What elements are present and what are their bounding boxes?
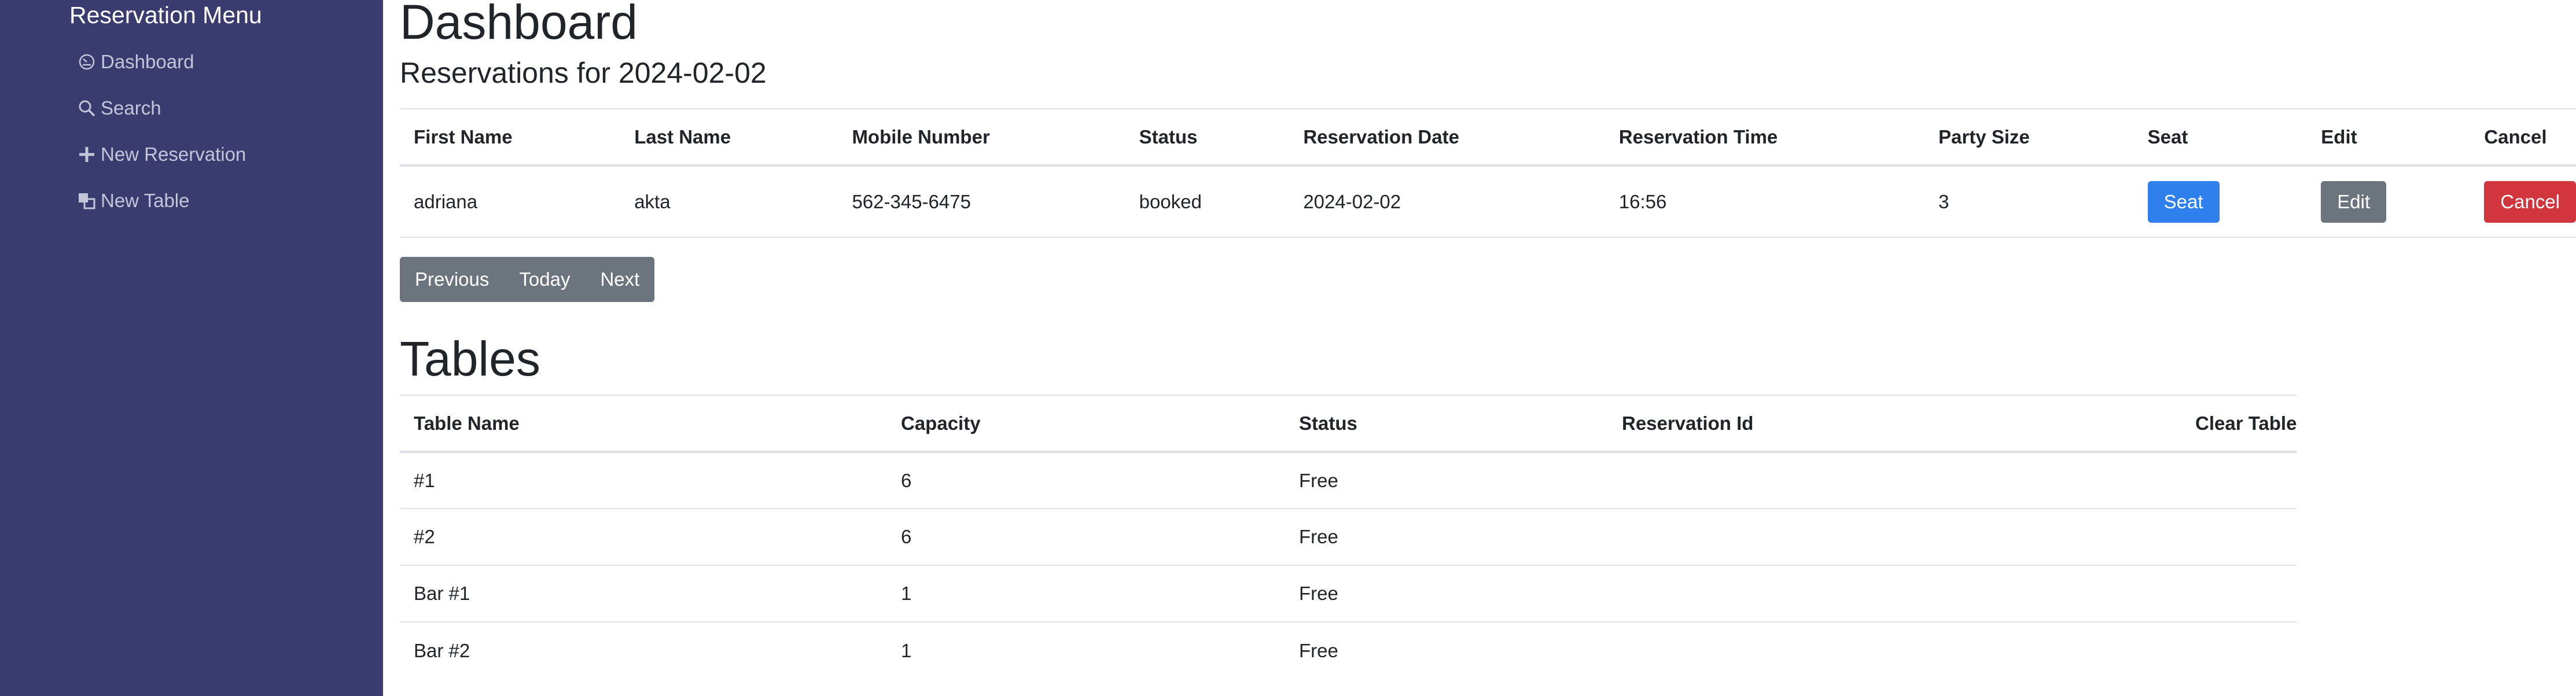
reservations-table: First Name Last Name Mobile Number Statu…: [400, 108, 2576, 238]
status-cell: Free: [1299, 583, 1338, 604]
column-header: Reservation Time: [1618, 126, 1778, 148]
previous-button[interactable]: Previous: [400, 257, 505, 302]
column-header: Reservation Id: [1622, 412, 1754, 434]
column-header: Mobile Number: [852, 126, 990, 148]
reservations-heading: Reservations for 2024-02-02: [400, 57, 767, 89]
clear-table-cell: [2181, 452, 2297, 509]
column-header: Clear Table: [2195, 412, 2297, 434]
last-name-cell: akta: [634, 190, 671, 212]
sidebar: Reservation Menu Dashboard Search New Re…: [0, 0, 383, 696]
main-content: Dashboard Reservations for 2024-02-02 Fi…: [383, 0, 2576, 696]
search-icon: [78, 99, 96, 117]
tables-table: Table Name Capacity Status Reservation I…: [400, 395, 2297, 679]
status-cell: Free: [1299, 526, 1338, 547]
reservation-id-cell: [1608, 622, 2181, 679]
status-cell: booked: [1139, 190, 1202, 212]
status-cell: Free: [1299, 639, 1338, 661]
capacity-cell: 6: [901, 469, 912, 491]
clear-table-cell: [2181, 622, 2297, 679]
page-title: Dashboard: [400, 0, 638, 49]
table-row: #2 6 Free: [400, 509, 2297, 565]
column-header: Seat: [2147, 126, 2188, 148]
clear-table-cell: [2181, 509, 2297, 565]
status-cell: Free: [1299, 469, 1338, 491]
sidebar-item-label: Dashboard: [101, 51, 194, 72]
column-header: Status: [1299, 412, 1357, 434]
column-header: Reservation Date: [1303, 126, 1459, 148]
column-header: Cancel: [2484, 126, 2547, 148]
table-name-cell: Bar #2: [414, 639, 470, 661]
cancel-button[interactable]: Cancel: [2484, 181, 2576, 223]
table-name-cell: #2: [414, 526, 435, 547]
column-header: First Name: [414, 126, 513, 148]
reservation-time-cell: 16:56: [1618, 190, 1667, 212]
table-header-row: First Name Last Name Mobile Number Statu…: [400, 109, 2576, 165]
party-size-cell: 3: [1938, 190, 1949, 212]
sidebar-item-new-table[interactable]: New Table: [78, 186, 189, 215]
date-pager: Previous Today Next: [400, 257, 655, 302]
table-icon: [78, 192, 96, 210]
sidebar-item-label: New Table: [101, 190, 190, 211]
reservation-date-cell: 2024-02-02: [1303, 190, 1401, 212]
next-button[interactable]: Next: [585, 257, 655, 302]
table-row: #1 6 Free: [400, 452, 2297, 509]
seat-button[interactable]: Seat: [2147, 181, 2220, 223]
sidebar-item-dashboard[interactable]: Dashboard: [78, 47, 194, 76]
capacity-cell: 1: [901, 583, 912, 604]
capacity-cell: 1: [901, 639, 912, 661]
edit-button[interactable]: Edit: [2321, 181, 2387, 223]
sidebar-item-label: New Reservation: [101, 143, 246, 165]
today-button[interactable]: Today: [504, 257, 586, 302]
plus-icon: [78, 145, 96, 164]
column-header: Table Name: [414, 412, 520, 434]
tables-heading: Tables: [400, 332, 540, 386]
clear-table-cell: [2181, 565, 2297, 622]
column-header: Party Size: [1938, 126, 2030, 148]
reservation-id-cell: [1608, 509, 2181, 565]
dashboard-icon: [78, 53, 96, 71]
first-name-cell: adriana: [414, 190, 478, 212]
capacity-cell: 6: [901, 526, 912, 547]
sidebar-item-search[interactable]: Search: [78, 94, 161, 123]
sidebar-item-label: Search: [101, 97, 161, 119]
sidebar-item-new-reservation[interactable]: New Reservation: [78, 140, 246, 169]
edit-cell: Edit: [2307, 165, 2470, 237]
column-header: Status: [1139, 126, 1198, 148]
table-row: Bar #2 1 Free: [400, 622, 2297, 679]
reservation-id-cell: [1608, 452, 2181, 509]
column-header: Last Name: [634, 126, 731, 148]
cancel-cell: Cancel: [2470, 165, 2576, 237]
table-name-cell: #1: [414, 469, 435, 491]
seat-cell: Seat: [2134, 165, 2308, 237]
mobile-number-cell: 562-345-6475: [852, 190, 971, 212]
table-header-row: Table Name Capacity Status Reservation I…: [400, 395, 2297, 452]
reservation-id-cell: [1608, 565, 2181, 622]
table-row: Bar #1 1 Free: [400, 565, 2297, 622]
column-header: Capacity: [901, 412, 981, 434]
sidebar-title: Reservation Menu: [69, 2, 262, 28]
table-row: adriana akta 562-345-6475 booked 2024-02…: [400, 165, 2576, 237]
column-header: Edit: [2321, 126, 2357, 148]
table-name-cell: Bar #1: [414, 583, 470, 604]
